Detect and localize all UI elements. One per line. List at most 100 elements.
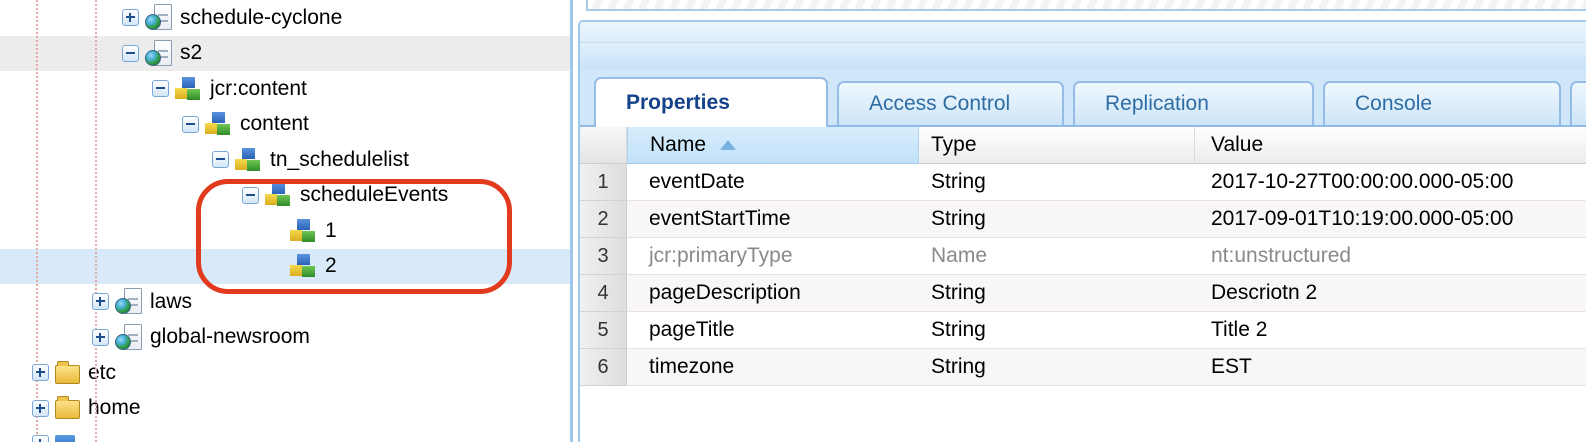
collapse-icon[interactable] bbox=[122, 44, 139, 62]
tree-node-label[interactable]: 1 bbox=[325, 219, 337, 243]
expand-icon[interactable] bbox=[32, 364, 49, 382]
tree-node-label[interactable]: s2 bbox=[180, 41, 202, 65]
tree-node[interactable]: laws bbox=[0, 284, 570, 320]
property-name-cell: eventDate bbox=[627, 164, 919, 201]
expand-icon[interactable] bbox=[92, 293, 109, 311]
tree-node-label[interactable]: 2 bbox=[325, 254, 337, 278]
tree-node-label[interactable]: laws bbox=[150, 290, 192, 314]
tab-properties[interactable]: Properties bbox=[594, 77, 828, 127]
column-header-name-label: Name bbox=[650, 133, 707, 156]
top-panel-edge bbox=[586, 0, 1586, 11]
property-type-cell: String bbox=[919, 201, 1195, 238]
tree-node[interactable]: global-newsroom bbox=[0, 320, 570, 356]
property-type-cell: String bbox=[919, 275, 1195, 312]
property-type-cell: String bbox=[919, 312, 1195, 349]
row-number: 5 bbox=[580, 312, 627, 349]
property-name-cell: eventStartTime bbox=[627, 201, 919, 238]
collapse-icon[interactable] bbox=[152, 80, 169, 98]
toolbar-band bbox=[580, 43, 1586, 69]
folder-icon bbox=[55, 360, 80, 384]
row-number: 2 bbox=[580, 201, 627, 238]
expand-icon[interactable] bbox=[32, 435, 49, 442]
tree-node-label[interactable]: etc bbox=[88, 361, 116, 385]
tree-node[interactable]: home bbox=[0, 391, 570, 427]
node-detail-panel: Properties Access Control Replication Co… bbox=[578, 20, 1586, 442]
property-row[interactable]: 3 jcr:primaryType Name nt:unstructured bbox=[580, 238, 1586, 275]
property-value-cell[interactable]: nt:unstructured bbox=[1195, 238, 1586, 275]
site-page-icon bbox=[115, 288, 142, 315]
property-type-cell: String bbox=[919, 164, 1195, 201]
toolbar-band-top bbox=[580, 22, 1586, 43]
column-header-type[interactable]: Type bbox=[919, 127, 1195, 164]
properties-table-body: 1 eventDate String 2017-10-27T00:00:00.000-… bbox=[580, 164, 1586, 386]
cube-icon bbox=[55, 434, 75, 442]
tree-node-label[interactable]: schedule-cyclone bbox=[180, 6, 342, 30]
tree-node-label[interactable]: scheduleEvents bbox=[300, 183, 448, 207]
tree-node[interactable]: 1 bbox=[0, 213, 570, 249]
property-row[interactable]: 2 eventStartTime String 2017-09-01T10:19:00… bbox=[580, 201, 1586, 238]
column-header-gutter bbox=[580, 127, 627, 164]
property-name-cell: pageTitle bbox=[627, 312, 919, 349]
expand-icon[interactable] bbox=[92, 328, 109, 346]
tab-replication[interactable]: Replication bbox=[1073, 81, 1314, 125]
tree-node[interactable]: scheduleEvents bbox=[0, 178, 570, 214]
properties-table-header: Name Type Value bbox=[580, 127, 1586, 164]
tree-node[interactable]: 2 bbox=[0, 248, 570, 284]
node-cubes-icon bbox=[205, 112, 232, 137]
property-name-cell: pageDescription bbox=[627, 275, 919, 312]
property-row[interactable]: 1 eventDate String 2017-10-27T00:00:00.000-… bbox=[580, 164, 1586, 201]
tree-node[interactable]: etc bbox=[0, 355, 570, 391]
site-page-icon bbox=[115, 323, 142, 351]
expand-icon[interactable] bbox=[32, 399, 49, 417]
folder-icon bbox=[55, 396, 80, 420]
tree-guide-line bbox=[95, 0, 97, 442]
repository-tree-panel: schedule-cyclone s2 jcr:content content tn_s… bbox=[0, 0, 570, 442]
column-header-value[interactable]: Value bbox=[1195, 127, 1586, 164]
tree-node[interactable]: s2 bbox=[0, 35, 570, 71]
node-cubes-icon bbox=[265, 183, 292, 208]
collapse-icon[interactable] bbox=[242, 186, 259, 204]
tree-node[interactable]: content bbox=[0, 107, 570, 143]
row-number: 1 bbox=[580, 164, 627, 201]
sort-asc-icon bbox=[720, 140, 737, 150]
jcr-browser-window: schedule-cyclone s2 jcr:content content tn_s… bbox=[0, 0, 1586, 442]
row-number: 4 bbox=[580, 275, 627, 312]
tab-strip: Properties Access Control Replication Co… bbox=[580, 69, 1586, 127]
tab-access-control[interactable]: Access Control bbox=[837, 81, 1064, 125]
node-cubes-icon bbox=[175, 76, 202, 101]
row-number: 6 bbox=[580, 349, 627, 386]
property-name-cell: jcr:primaryType bbox=[627, 238, 919, 275]
property-type-cell: String bbox=[919, 349, 1195, 386]
tab-console[interactable]: Console bbox=[1323, 81, 1561, 125]
column-header-name[interactable]: Name bbox=[627, 127, 919, 164]
site-page-icon bbox=[145, 39, 172, 67]
site-page-icon bbox=[145, 4, 172, 31]
property-value-cell[interactable]: Descriotn 2 bbox=[1195, 275, 1586, 312]
tree-node[interactable]: tn_schedulelist bbox=[0, 142, 570, 178]
property-type-cell: Name bbox=[919, 238, 1195, 275]
property-value-cell[interactable]: EST bbox=[1195, 349, 1586, 386]
property-row[interactable]: 5 pageTitle String Title 2 bbox=[580, 312, 1586, 349]
property-value-cell[interactable]: 2017-10-27T00:00:00.000-05:00 bbox=[1195, 164, 1586, 201]
property-name-cell: timezone bbox=[627, 349, 919, 386]
property-row[interactable]: 4 pageDescription String Descriotn 2 bbox=[580, 275, 1586, 312]
tree-node[interactable]: jcr:content bbox=[0, 71, 570, 107]
tree-node-label[interactable]: content bbox=[240, 112, 309, 136]
property-value-cell[interactable]: Title 2 bbox=[1195, 312, 1586, 349]
tree-node-label[interactable]: jcr:content bbox=[210, 77, 307, 101]
node-cubes-icon bbox=[290, 254, 317, 279]
property-row[interactable]: 6 timezone String EST bbox=[580, 349, 1586, 386]
row-number: 3 bbox=[580, 238, 627, 275]
expand-icon[interactable] bbox=[122, 9, 139, 27]
tree-node[interactable] bbox=[0, 426, 570, 442]
collapse-icon[interactable] bbox=[182, 115, 199, 133]
tree-node-label[interactable]: tn_schedulelist bbox=[270, 148, 409, 172]
node-cubes-icon bbox=[235, 147, 262, 172]
tree-node[interactable]: schedule-cyclone bbox=[0, 0, 570, 36]
collapse-icon[interactable] bbox=[212, 151, 229, 169]
tree-node-label[interactable]: global-newsroom bbox=[150, 325, 310, 349]
node-cubes-icon bbox=[290, 218, 317, 243]
panel-splitter[interactable] bbox=[570, 0, 573, 442]
tab-stub[interactable] bbox=[1570, 81, 1586, 125]
property-value-cell[interactable]: 2017-09-01T10:19:00.000-05:00 bbox=[1195, 201, 1586, 238]
